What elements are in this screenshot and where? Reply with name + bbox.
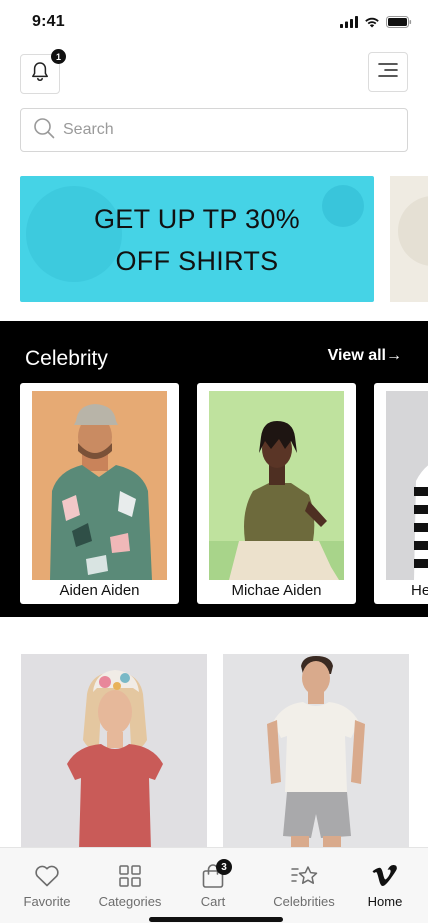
celebrity-photo [209, 391, 344, 580]
product-image [223, 654, 409, 864]
next-promo-banner[interactable] [390, 176, 428, 302]
nav-label: Categories [98, 894, 162, 909]
nav-label: Home [367, 894, 403, 909]
celebrity-card[interactable]: Aiden Aiden [20, 383, 179, 604]
celebrity-card[interactable]: He [374, 383, 428, 604]
status-time: 9:41 [32, 13, 65, 30]
celebrity-name: Aiden Aiden [59, 582, 140, 599]
banner-text: GET UP TP 30% OFF SHIRTS [20, 198, 374, 282]
cellular-signal-icon [340, 15, 358, 33]
search-input[interactable] [63, 121, 363, 139]
notification-badge: 1 [51, 49, 66, 64]
celebrity-name: He [411, 582, 428, 599]
cart-count-badge: 3 [216, 859, 232, 875]
bottom-navigation: Favorite Categories 3 Cart Celebrities H… [0, 847, 428, 923]
nav-label: Favorite [23, 894, 71, 909]
banner-line-2: OFF SHIRTS [115, 246, 279, 276]
celebrity-card[interactable]: Michae Aiden [197, 383, 356, 604]
view-all-link[interactable]: View all→ [328, 347, 402, 365]
celebrity-section: Celebrity View all→ Aiden Aiden Michae A… [0, 321, 428, 617]
nav-item-home[interactable]: Home [343, 862, 427, 909]
bag-icon [171, 862, 255, 890]
banner-decoration [398, 196, 428, 266]
nav-label: Celebrities [273, 894, 335, 909]
celebrity-name: Michae Aiden [231, 582, 322, 599]
grid-icon [88, 862, 172, 890]
star-list-icon [262, 862, 346, 890]
celebrity-title: Celebrity [25, 347, 108, 370]
nav-item-categories[interactable]: Categories [88, 862, 172, 909]
menu-icon [377, 62, 399, 83]
search-bar[interactable] [20, 108, 408, 152]
status-bar: 9:41 [0, 0, 428, 44]
product-image [21, 654, 207, 864]
search-icon [33, 117, 55, 144]
home-indicator [149, 917, 283, 922]
vimeo-icon [343, 862, 427, 890]
wifi-icon [364, 15, 380, 33]
battery-icon [386, 15, 412, 33]
bell-icon [30, 61, 50, 88]
celebrity-photo [386, 391, 428, 580]
celebrity-photo [32, 391, 167, 580]
nav-item-favorite[interactable]: Favorite [5, 862, 89, 909]
notifications-button[interactable]: 1 [20, 49, 66, 94]
product-card[interactable] [223, 654, 409, 864]
nav-item-cart[interactable]: 3 Cart [171, 859, 255, 909]
promo-banner[interactable]: GET UP TP 30% OFF SHIRTS [20, 176, 374, 302]
status-icons [340, 15, 412, 33]
banner-line-1: GET UP TP 30% [93, 204, 300, 234]
product-card[interactable] [21, 654, 207, 864]
nav-label: Cart [200, 894, 226, 909]
menu-button[interactable] [368, 52, 408, 92]
nav-item-celebrities[interactable]: Celebrities [262, 862, 346, 909]
heart-icon [5, 862, 89, 890]
